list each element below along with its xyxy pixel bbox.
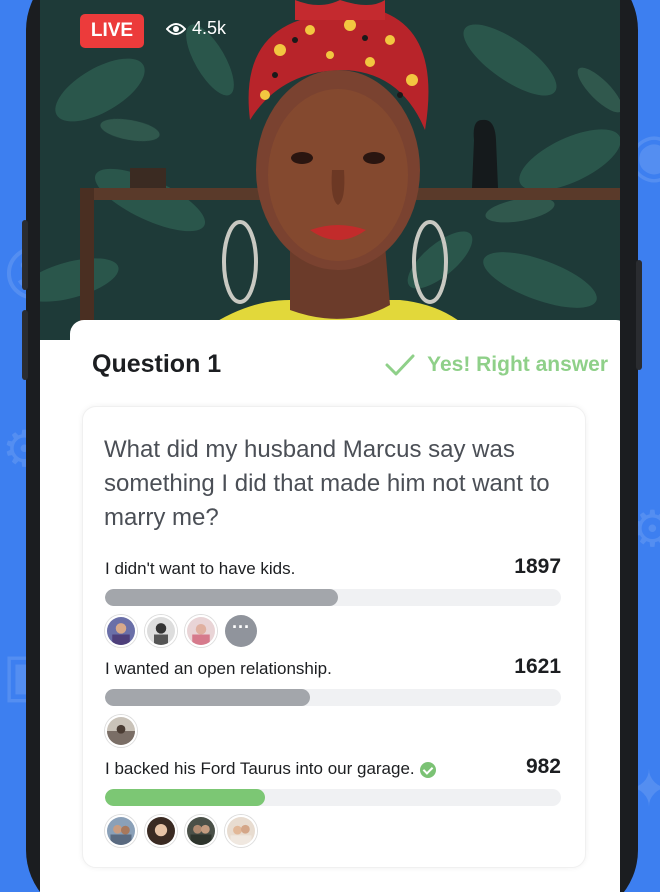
option-label: I backed his Ford Taurus into our garage… — [105, 759, 415, 778]
avatar[interactable] — [145, 615, 177, 647]
quiz-card: Question 1 Yes! Right answer What did my… — [70, 320, 620, 892]
avatar[interactable] — [145, 815, 177, 847]
phone-side-button — [636, 260, 642, 370]
option-label: I didn't want to have kids. — [105, 559, 296, 578]
check-icon — [385, 354, 415, 376]
avatar[interactable] — [225, 815, 257, 847]
avatar[interactable] — [185, 615, 217, 647]
eye-icon — [166, 22, 186, 35]
avatar[interactable] — [105, 815, 137, 847]
more-icon[interactable]: ··· — [225, 615, 257, 647]
avatar[interactable] — [105, 615, 137, 647]
answer-option[interactable]: I didn't want to have kids. 1897 ··· — [105, 555, 561, 647]
option-count: 1897 — [514, 555, 561, 578]
answer-result: Yes! Right answer — [385, 353, 608, 377]
avatar[interactable] — [105, 715, 137, 747]
option-progress-track — [105, 689, 561, 706]
answer-option[interactable]: I wanted an open relationship. 1621 — [105, 655, 561, 747]
question-text: What did my husband Marcus say was somet… — [104, 436, 550, 531]
live-video[interactable]: LIVE 4.5k — [40, 0, 620, 340]
option-count: 982 — [525, 755, 561, 778]
phone-side-button — [22, 220, 28, 290]
option-progress-fill — [105, 689, 311, 706]
answer-result-text: Yes! Right answer — [427, 353, 608, 376]
option-label: I wanted an open relationship. — [105, 659, 332, 678]
answer-option-correct[interactable]: I backed his Ford Taurus into our garage… — [105, 755, 561, 847]
option-progress-fill — [105, 589, 338, 606]
option-progress-track — [105, 789, 561, 806]
host-video-frame — [40, 0, 620, 340]
viewer-count-text: 4.5k — [192, 18, 227, 38]
voter-avatars — [105, 815, 257, 847]
voter-avatars — [105, 715, 137, 747]
correct-check-icon — [419, 761, 436, 778]
option-progress-fill — [105, 789, 265, 806]
phone-side-button — [22, 310, 28, 380]
phone-screen: LIVE 4.5k Question 1 Yes! Right answer W… — [40, 0, 620, 892]
question-card: What did my husband Marcus say was somet… — [82, 406, 586, 868]
viewer-count: 4.5k — [166, 18, 226, 39]
avatar[interactable] — [185, 815, 217, 847]
option-count: 1621 — [514, 655, 561, 678]
voter-avatars: ··· — [105, 615, 257, 647]
option-progress-track — [105, 589, 561, 606]
live-badge: LIVE — [80, 14, 144, 48]
question-number: Question 1 — [92, 350, 222, 378]
